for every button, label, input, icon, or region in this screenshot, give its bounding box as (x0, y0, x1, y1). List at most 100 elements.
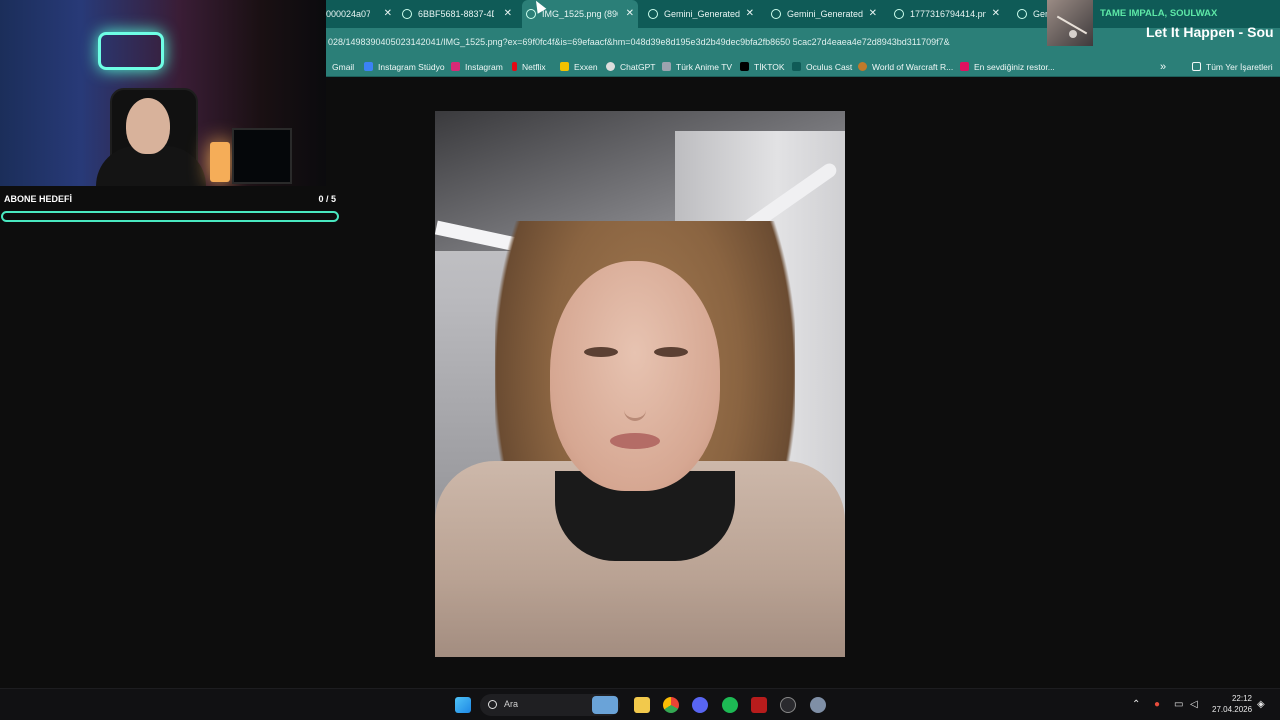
bookmark-label: Netflix (522, 61, 546, 72)
bookmark-label: Instagram (465, 61, 503, 72)
streamer-head (126, 98, 170, 154)
settings-gear-icon[interactable] (810, 697, 826, 713)
bookmark-world-of-warcraft[interactable]: World of Warcraft R... (858, 60, 953, 73)
subscriber-goal-count: 0 / 5 (318, 194, 336, 204)
bookmarks-overflow-button[interactable]: » (1160, 60, 1166, 73)
close-tab-icon[interactable]: ✕ (384, 8, 392, 19)
discord-icon[interactable] (692, 697, 708, 713)
anime-tv-icon (662, 62, 671, 71)
search-placeholder: Ara (504, 699, 519, 709)
address-bar[interactable]: 028/1498390405023142041/IMG_1525.png?ex=… (326, 28, 1280, 56)
exxen-icon (560, 62, 569, 71)
url-text[interactable]: 028/1498390405023142041/IMG_1525.png?ex=… (328, 37, 950, 47)
all-bookmarks-button[interactable]: Tüm Yer İşaretleri (1192, 60, 1273, 73)
windows-start-icon[interactable] (455, 697, 471, 713)
bookmark-label: En sevdiğiniz restor... (974, 61, 1055, 72)
app-icon[interactable] (751, 697, 767, 713)
bookmark-instagram[interactable]: Instagram (451, 60, 503, 73)
search-icon (488, 700, 497, 709)
folder-icon (1192, 62, 1201, 71)
tab-title: 1777316794414.png (910, 9, 986, 19)
browser-tab[interactable]: Gem (1017, 0, 1047, 28)
browser-tab[interactable]: Gemini_Generated_Im ✕ (771, 0, 881, 28)
close-tab-icon[interactable]: ✕ (504, 8, 512, 19)
globe-icon (771, 9, 781, 19)
tiktok-icon (740, 62, 749, 71)
subscriber-goal-label: ABONE HEDEFİ (4, 194, 73, 204)
netflix-icon (512, 62, 517, 71)
globe-icon (526, 9, 536, 19)
tab-title: 000024a072 (326, 9, 370, 19)
taskbar: Ara ⌃ ● ▭ ◁ 22:12 27.04.2026 ◈ (0, 688, 1280, 720)
image-face (550, 261, 720, 491)
notification-bell-icon[interactable]: ◈ (1257, 699, 1265, 710)
file-explorer-icon[interactable] (634, 697, 650, 713)
now-playing-artist: TAME IMPALA, SOULWAX (1100, 8, 1218, 19)
clock-date[interactable]: 27.04.2026 (1212, 705, 1252, 714)
bookmark-label: Tüm Yer İşaretleri (1206, 61, 1273, 72)
browser-tab[interactable]: 1777316794414.png ✕ (894, 0, 1004, 28)
album-art-dot (1069, 30, 1077, 38)
bookmark-netflix[interactable]: Netflix (512, 60, 546, 73)
bookmark-label: Türk Anime TV (676, 61, 733, 72)
tab-title: IMG_1525.png (896× (542, 9, 618, 19)
now-playing-title: Let It Happen - Sou (1146, 24, 1274, 40)
bookmark-turk-anime-tv[interactable]: Türk Anime TV (662, 60, 732, 73)
lamp (210, 142, 230, 182)
image-eye (654, 347, 688, 357)
image-nose (624, 371, 646, 421)
bookmarks-bar: Gmail Instagram Stüdyo Instagram Netflix… (326, 56, 1280, 77)
network-icon[interactable]: ▭ (1174, 699, 1183, 710)
bookmark-tiktok[interactable]: TİKTOK (740, 60, 785, 73)
tab-title: Gemini_Generated_Im (664, 9, 740, 19)
spotify-icon[interactable] (722, 697, 738, 713)
bookmark-label: Exxen (574, 61, 598, 72)
bookmark-label: TİKTOK (754, 61, 785, 72)
bookmark-label: Gmail (332, 61, 355, 72)
yemeksepeti-icon (960, 62, 969, 71)
bookmark-label: ChatGPT (620, 61, 656, 72)
clock-time[interactable]: 22:12 (1212, 694, 1252, 703)
globe-icon (1017, 9, 1027, 19)
bookmark-instagram-studio[interactable]: Instagram Stüdyo (364, 60, 445, 73)
warcraft-icon (858, 62, 867, 71)
bookmark-label: Instagram Stüdyo (378, 61, 445, 72)
instagram-studio-icon (364, 62, 373, 71)
volume-icon[interactable]: ◁ (1190, 699, 1198, 710)
tab-title: 6BBF5681-8837-4D8 (418, 9, 494, 19)
close-tab-icon[interactable]: ✕ (746, 8, 754, 19)
webcam-overlay (0, 0, 326, 186)
browser-tab[interactable]: 000024a072 ✕ (326, 0, 396, 28)
bookmark-exxen[interactable]: Exxen (560, 60, 598, 73)
bookmark-chatgpt[interactable]: ChatGPT (606, 60, 655, 73)
image-lips (610, 433, 660, 449)
chrome-icon[interactable] (663, 697, 679, 713)
browser-tab[interactable]: Gemini_Generated_Im ✕ (648, 0, 758, 28)
close-tab-icon[interactable]: ✕ (992, 8, 1000, 19)
tab-title: Gem (1033, 9, 1047, 19)
obs-icon[interactable] (780, 697, 796, 713)
bookmark-label: Oculus Cast (806, 61, 853, 72)
microphone-icon[interactable]: ● (1154, 699, 1160, 710)
bookmark-restaurant[interactable]: En sevdiğiniz restor... (960, 60, 1055, 73)
chatgpt-icon (606, 62, 615, 71)
close-tab-icon[interactable]: ✕ (869, 8, 877, 19)
image-eye (584, 347, 618, 357)
chevron-double-right-icon: » (1160, 60, 1167, 73)
tab-title: Gemini_Generated_Im (787, 9, 863, 19)
browser-tab[interactable]: 6BBF5681-8837-4D8 ✕ (402, 0, 516, 28)
subscriber-goal-bar (1, 211, 339, 222)
close-tab-icon[interactable]: ✕ (626, 8, 634, 19)
monitor (232, 128, 292, 184)
taskbar-search[interactable]: Ara (480, 694, 620, 716)
chevron-up-icon[interactable]: ⌃ (1132, 699, 1140, 710)
viewed-image[interactable] (435, 111, 845, 657)
neon-sign (98, 32, 164, 70)
globe-icon (402, 9, 412, 19)
bookmark-label: World of Warcraft R... (872, 61, 954, 72)
album-art (1047, 0, 1093, 46)
oculus-icon (792, 62, 801, 71)
bookmark-oculus-cast[interactable]: Oculus Cast (792, 60, 852, 73)
globe-icon (894, 9, 904, 19)
bookmark-gmail[interactable]: Gmail (332, 60, 354, 73)
